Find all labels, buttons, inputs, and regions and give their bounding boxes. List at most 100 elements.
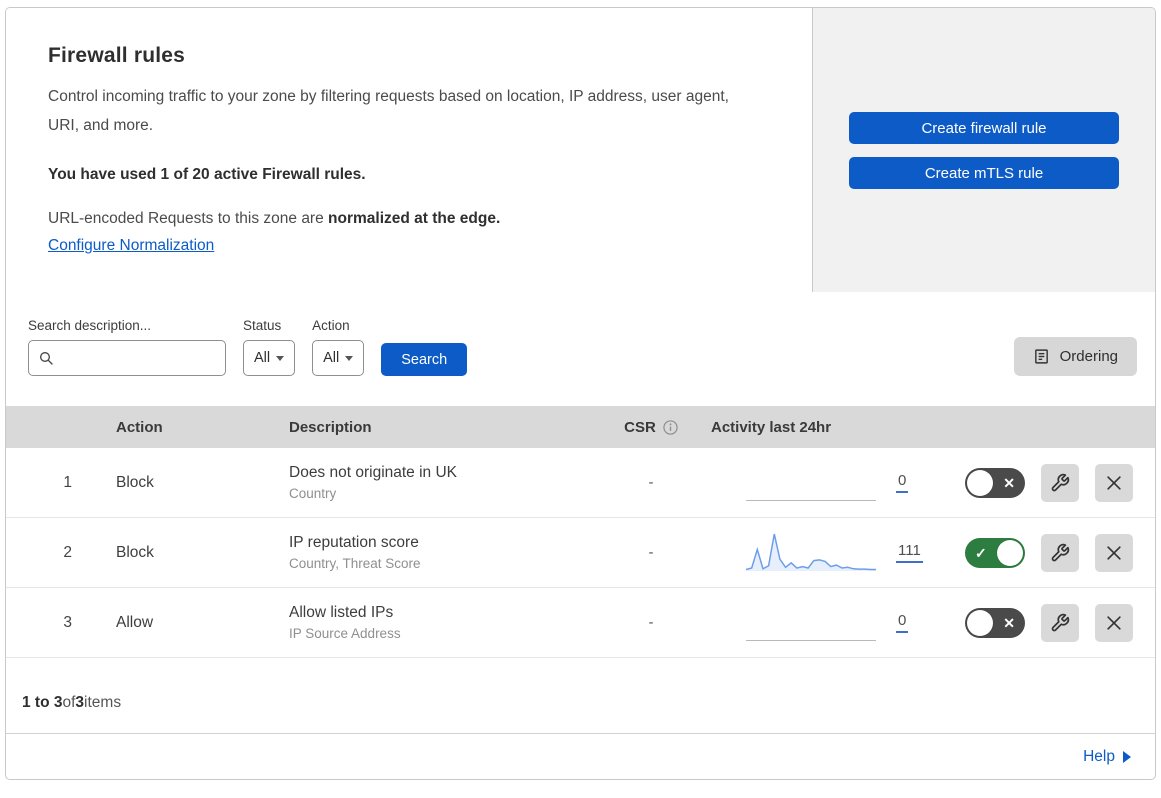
action-dropdown-value: All [323, 350, 340, 366]
activity-count-link[interactable]: 0 [896, 472, 909, 493]
chevron-down-icon [276, 355, 285, 361]
edit-rule-button[interactable] [1041, 463, 1079, 502]
delete-rule-button[interactable] [1095, 533, 1133, 572]
rule-controls: ✕ [946, 603, 1155, 642]
rule-action: Block [116, 543, 154, 561]
create-mtls-rule-button[interactable]: Create mTLS rule [849, 157, 1119, 189]
header-text-area: Firewall rules Control incoming traffic … [6, 8, 812, 292]
rule-activity-cell: 111 [696, 531, 946, 575]
table-row: 1 Block Does not originate in UK Country… [6, 448, 1155, 518]
help-arrow-icon [1123, 750, 1131, 763]
toggle-state-icon: ✓ [975, 544, 987, 561]
header-description: Description [289, 418, 372, 436]
toggle-state-icon: ✕ [1003, 614, 1015, 631]
chevron-down-icon [345, 355, 354, 361]
activity-sparkline [746, 461, 876, 505]
edit-rule-button[interactable] [1041, 533, 1079, 572]
filter-bar: Search description... Status All Action … [6, 292, 1155, 406]
toggle-knob [967, 609, 993, 636]
search-description-group: Search description... [28, 318, 226, 376]
ordering-list-icon [1033, 348, 1050, 365]
firewall-rules-card: Firewall rules Control incoming traffic … [5, 7, 1156, 780]
action-label: Action [312, 318, 350, 333]
rule-description: IP reputation score [289, 534, 419, 551]
help-link-label: Help [1083, 747, 1115, 765]
items-total: 3 [75, 693, 85, 711]
toggle-knob [997, 539, 1023, 566]
ordering-button-label: Ordering [1059, 348, 1118, 365]
normalization-bold: normalized at the edge. [328, 210, 501, 228]
rule-enabled-toggle[interactable]: ✓ [965, 537, 1025, 568]
search-button[interactable]: Search [381, 343, 468, 376]
normalization-note: URL-encoded Requests to this zone are no… [48, 210, 772, 228]
wrench-icon [1050, 473, 1070, 493]
page-title: Firewall rules [48, 44, 186, 67]
x-icon [1104, 543, 1124, 563]
items-range: 1 to 3 [22, 693, 63, 711]
action-dropdown[interactable]: All [312, 340, 365, 376]
rule-priority: 2 [63, 543, 72, 561]
x-icon [1104, 613, 1124, 633]
header-csr: CSR [606, 419, 696, 436]
pagination-summary: 1 to 3 of 3 items [6, 658, 1155, 733]
activity-count-link[interactable]: 111 [896, 542, 923, 563]
rule-activity-cell: 0 [696, 461, 946, 505]
table-header-row: Action Description CSR Activity last 24h… [6, 406, 1155, 448]
activity-sparkline [746, 601, 876, 645]
rule-description-cell: IP reputation score Country, Threat Scor… [289, 534, 606, 571]
rule-description-cell: Allow listed IPs IP Source Address [289, 604, 606, 641]
items-of: of [62, 693, 76, 711]
toggle-knob [967, 469, 993, 496]
rule-criteria: Country [289, 486, 337, 501]
rule-controls: ✓ [946, 533, 1155, 572]
rule-priority: 3 [63, 613, 72, 631]
rule-action: Block [116, 473, 154, 491]
normalization-text: URL-encoded Requests to this zone are [48, 210, 329, 228]
items-word: items [84, 693, 122, 711]
toggle-state-icon: ✕ [1003, 474, 1015, 491]
rule-description-cell: Does not originate in UK Country [289, 464, 606, 501]
status-filter-group: Status All [243, 318, 296, 376]
search-icon [38, 350, 54, 366]
ordering-button[interactable]: Ordering [1013, 337, 1137, 376]
search-input[interactable] [61, 350, 216, 366]
help-bar: Help [6, 733, 1155, 779]
status-dropdown[interactable]: All [243, 340, 296, 376]
edit-rule-button[interactable] [1041, 603, 1079, 642]
status-label: Status [243, 318, 282, 333]
search-input-wrapper [28, 340, 226, 376]
action-filter-group: Action All [312, 318, 365, 376]
page-description: Control incoming traffic to your zone by… [48, 88, 729, 134]
rule-activity-cell: 0 [696, 601, 946, 645]
rule-csr-value: - [648, 544, 654, 561]
rule-priority: 1 [63, 473, 72, 491]
delete-rule-button[interactable] [1095, 603, 1133, 642]
actions-panel: Create firewall rule Create mTLS rule [812, 8, 1155, 292]
search-description-label: Search description... [28, 318, 152, 333]
activity-count-link[interactable]: 0 [896, 612, 909, 633]
rule-controls: ✕ [946, 463, 1155, 502]
x-icon [1104, 473, 1124, 493]
rule-csr-value: - [648, 614, 654, 631]
configure-normalization-link[interactable]: Configure Normalization [48, 237, 214, 255]
rule-enabled-toggle[interactable]: ✕ [965, 607, 1025, 638]
rule-enabled-toggle[interactable]: ✕ [965, 467, 1025, 498]
header-section: Firewall rules Control incoming traffic … [6, 8, 1155, 292]
status-dropdown-value: All [254, 350, 271, 366]
help-link[interactable]: Help [1083, 748, 1131, 766]
activity-sparkline [745, 531, 876, 575]
rule-criteria: Country, Threat Score [289, 556, 421, 571]
table-row: 3 Allow Allow listed IPs IP Source Addre… [6, 588, 1155, 658]
rule-description: Does not originate in UK [289, 464, 458, 481]
delete-rule-button[interactable] [1095, 463, 1133, 502]
header-csr-label: CSR [624, 418, 656, 436]
table-row: 2 Block IP reputation score Country, Thr… [6, 518, 1155, 588]
rule-csr-value: - [648, 474, 654, 491]
info-icon[interactable] [663, 419, 678, 435]
rule-action: Allow [116, 613, 154, 631]
header-action: Action [116, 418, 163, 436]
rule-description: Allow listed IPs [289, 604, 394, 621]
rule-criteria: IP Source Address [289, 626, 401, 641]
usage-summary: You have used 1 of 20 active Firewall ru… [48, 166, 366, 184]
create-firewall-rule-button[interactable]: Create firewall rule [849, 112, 1119, 144]
